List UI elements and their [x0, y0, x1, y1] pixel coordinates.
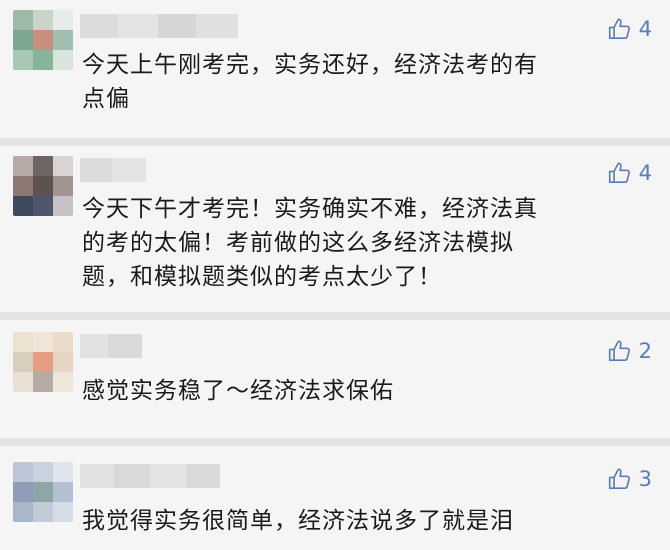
like-button[interactable]: 4	[607, 16, 652, 42]
comment-text: 我觉得实务很简单，经济法说多了就是泪	[82, 508, 514, 534]
like-count: 4	[638, 17, 652, 41]
avatar[interactable]	[13, 332, 73, 392]
like-count: 3	[638, 467, 652, 491]
like-button[interactable]: 4	[607, 160, 652, 186]
username-redacted[interactable]	[80, 14, 238, 38]
thumbs-up-icon	[608, 162, 630, 184]
thumbs-up-icon	[608, 18, 630, 40]
thumbs-up-icon	[608, 340, 630, 362]
avatar[interactable]	[13, 156, 73, 216]
comment-feed: 4 今天上午刚考完，实务还好，经济法考的有 点偏 4 今天下午才考完！实务确实不…	[0, 0, 670, 550]
comment-text: 感觉实务稳了～经济法求保佑	[82, 378, 394, 404]
comment-card: 2 感觉实务稳了～经济法求保佑	[0, 320, 670, 438]
comment-text: 今天上午刚考完，实务还好，经济法考的有 点偏	[82, 52, 538, 112]
comment-card: 4 今天上午刚考完，实务还好，经济法考的有 点偏	[0, 0, 670, 138]
username-redacted[interactable]	[80, 464, 220, 488]
avatar[interactable]	[13, 462, 73, 522]
comment-card: 4 今天下午才考完！实务确实不难，经济法真 的考的太偏！考前做的这么多经济法模拟…	[0, 146, 670, 312]
like-count: 2	[638, 339, 652, 363]
username-redacted[interactable]	[80, 334, 142, 358]
thumbs-up-icon	[608, 468, 630, 490]
like-button[interactable]: 3	[607, 466, 652, 492]
comment-card: 3 我觉得实务很简单，经济法说多了就是泪	[0, 446, 670, 550]
comment-text: 今天下午才考完！实务确实不难，经济法真 的考的太偏！考前做的这么多经济法模拟 题…	[82, 196, 538, 290]
like-button[interactable]: 2	[607, 338, 652, 364]
avatar[interactable]	[13, 10, 73, 70]
like-count: 4	[638, 161, 652, 185]
username-redacted[interactable]	[80, 158, 146, 182]
